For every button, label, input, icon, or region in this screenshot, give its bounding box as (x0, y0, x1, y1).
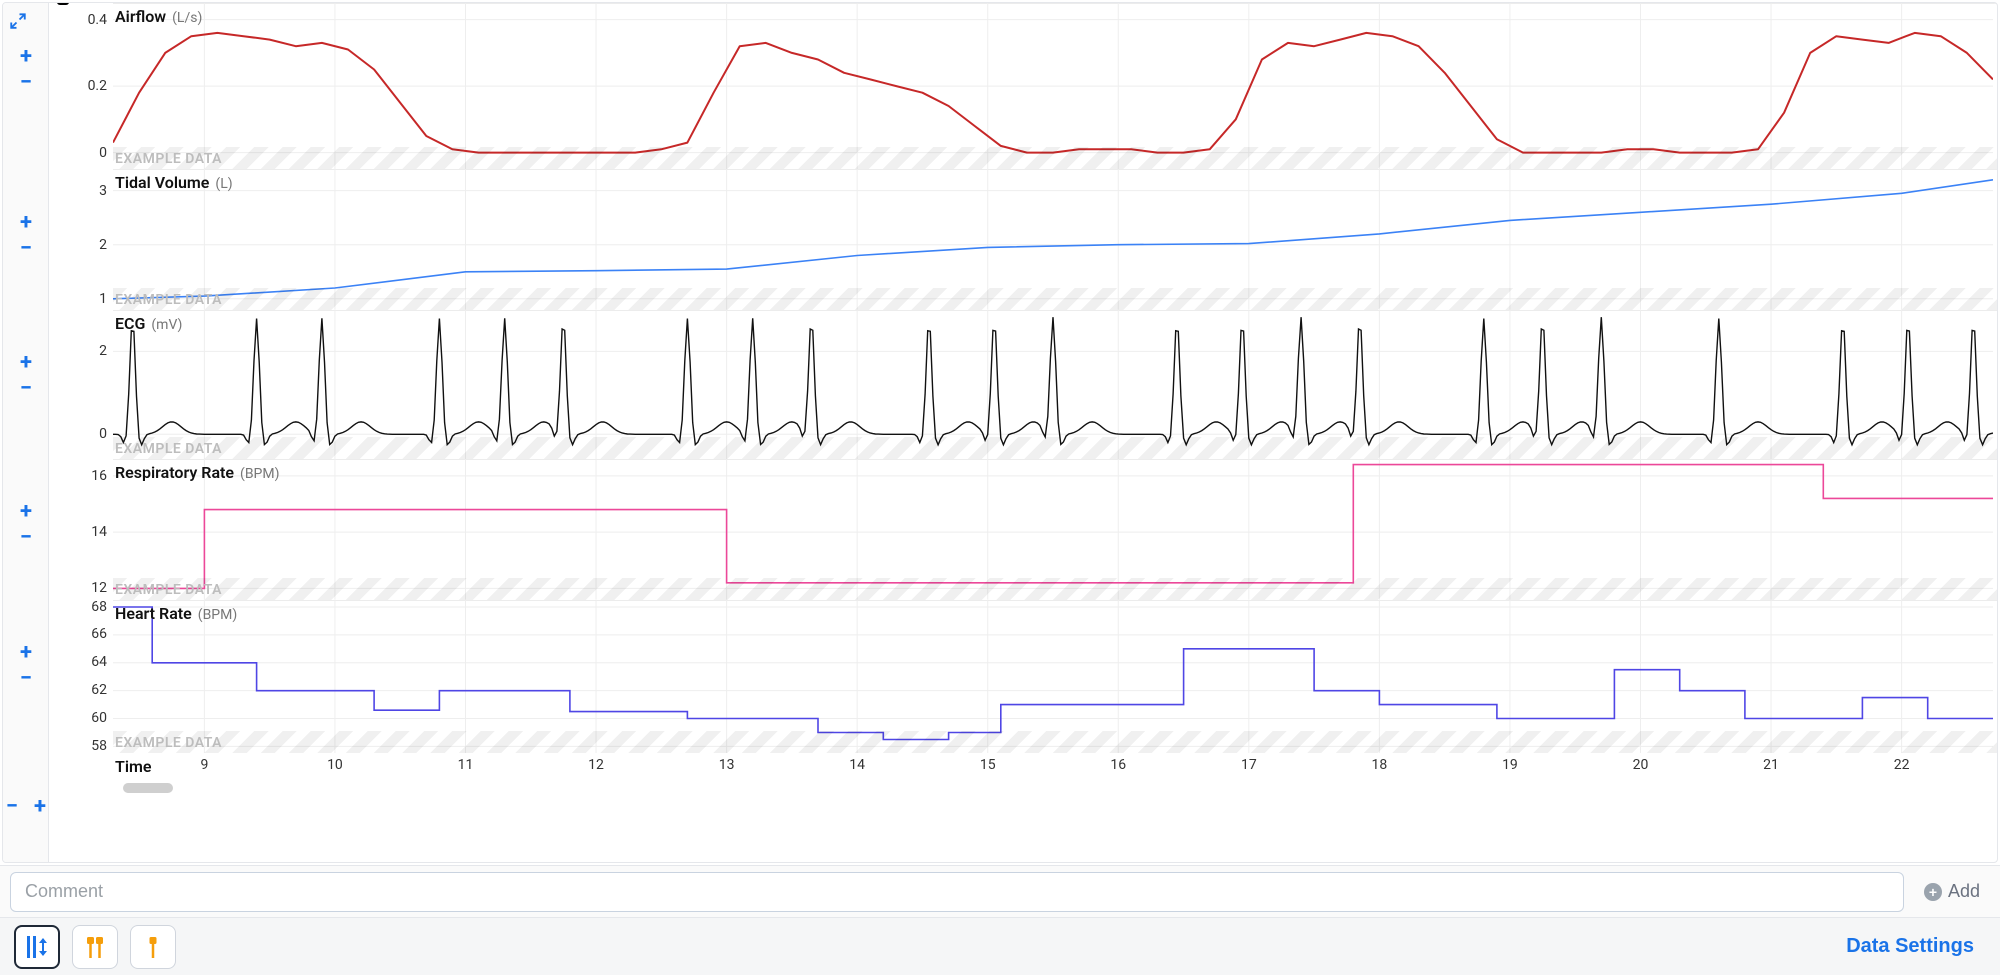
data-settings-button[interactable]: Data Settings (1834, 927, 1986, 966)
ytick: 2 (99, 343, 107, 359)
xtick: 10 (327, 757, 343, 773)
xticks: 9 10 11 12 13 14 15 16 17 18 19 20 21 22 (113, 753, 1997, 803)
single-marker-tool-icon[interactable] (130, 925, 176, 969)
sidebar-top-row: M (3, 3, 48, 39)
zoom-controls-hr: + − (3, 642, 49, 690)
tracks-container: 00.20.412302121416586062646668 Airflow(L… (49, 3, 1997, 862)
track-hr[interactable]: Heart Rate(BPM) EXAMPLE DATA (113, 600, 1997, 753)
ytick: 58 (91, 738, 107, 754)
track-title: Tidal Volume(L) (115, 173, 233, 192)
zoom-controls-resp: + − (3, 501, 49, 549)
ytick: 12 (91, 580, 107, 596)
chart-viewer: M + −+ −+ −+ −+ −− + 00.20.4123021214165… (2, 2, 1998, 863)
xtick: 13 (719, 757, 735, 773)
watermark: EXAMPLE DATA (115, 735, 222, 751)
ytick: 62 (91, 682, 107, 698)
zoom-controls-airflow: + − (3, 45, 49, 93)
zoom-out-button[interactable]: − (15, 668, 37, 690)
left-sidebar: M + −+ −+ −+ −+ −− + (3, 3, 49, 862)
xtick: 21 (1763, 757, 1779, 773)
collapse-icon[interactable] (9, 9, 27, 33)
zoom-out-button[interactable]: − (15, 237, 37, 259)
xtick: 18 (1372, 757, 1388, 773)
xtick: 20 (1633, 757, 1649, 773)
bottom-toolbar: Data Settings (0, 917, 2000, 975)
xtick: 19 (1502, 757, 1518, 773)
dual-marker-tool-icon[interactable] (72, 925, 118, 969)
plot-svg-hr (113, 600, 1993, 753)
xtick: 11 (458, 757, 474, 773)
ytick: 66 (91, 626, 107, 642)
zoom-in-button[interactable]: + (15, 352, 37, 374)
add-label: Add (1948, 881, 1980, 902)
zoom-out-button[interactable]: − (15, 71, 37, 93)
ytick: 16 (91, 468, 107, 484)
ytick: 0.2 (88, 78, 107, 94)
xtick: 12 (588, 757, 604, 773)
ytick: 0.4 (88, 12, 107, 28)
track-title: Respiratory Rate(BPM) (115, 463, 279, 482)
add-comment-button[interactable]: + Add (1914, 872, 1990, 912)
plus-circle-icon: + (1924, 883, 1942, 901)
plot-svg-resp (113, 459, 1993, 600)
ytick: 60 (91, 710, 107, 726)
track-tidal[interactable]: Tidal Volume(L) EXAMPLE DATA (113, 169, 1997, 310)
zoom-controls-ecg: + − (3, 352, 49, 400)
comment-bar: + Add (0, 865, 2000, 917)
track-title: ECG(mV) (115, 314, 182, 333)
ytick: 1 (99, 291, 107, 307)
x-axis: Time910111213141516171819202122 (113, 753, 1997, 803)
ytick: 3 (99, 183, 107, 199)
xtick: 14 (849, 757, 865, 773)
ytick: 0 (99, 145, 107, 161)
plot-column[interactable]: Airflow(L/s) EXAMPLE DATA Tidal Volume(L) E… (113, 3, 1997, 862)
watermark: EXAMPLE DATA (115, 441, 222, 457)
time-zoom-controls: − + (3, 795, 49, 817)
zoom-in-button[interactable]: + (15, 501, 37, 523)
plot-svg-tidal (113, 169, 1993, 310)
ytick: 64 (91, 654, 107, 670)
zoom-in-button[interactable]: + (15, 211, 37, 233)
watermark: EXAMPLE DATA (115, 151, 222, 167)
zoom-out-button[interactable]: − (15, 527, 37, 549)
zoom-out-button[interactable]: − (15, 378, 37, 400)
ytick: 68 (91, 599, 107, 615)
time-zoom-out-button[interactable]: − (3, 795, 21, 817)
zoom-in-button[interactable]: + (15, 45, 37, 67)
comment-input[interactable] (10, 872, 1904, 912)
plot-svg-ecg (113, 310, 1993, 459)
y-axis-column: 00.20.412302121416586062646668 (49, 3, 113, 862)
track-resp[interactable]: Respiratory Rate(BPM) EXAMPLE DATA (113, 459, 1997, 600)
ytick: 2 (99, 237, 107, 253)
zoom-in-button[interactable]: + (15, 642, 37, 664)
xtick: 15 (980, 757, 996, 773)
track-ecg[interactable]: ECG(mV) EXAMPLE DATA (113, 310, 1997, 459)
xtick: 22 (1894, 757, 1910, 773)
xtick: 9 (200, 757, 208, 773)
plot-svg-airflow (113, 3, 1993, 169)
app-root: M + −+ −+ −+ −+ −− + 00.20.4123021214165… (0, 0, 2000, 975)
ytick: 14 (91, 524, 107, 540)
watermark: EXAMPLE DATA (115, 582, 222, 598)
xtick: 17 (1241, 757, 1257, 773)
ytick: 0 (99, 426, 107, 442)
track-airflow[interactable]: Airflow(L/s) EXAMPLE DATA (113, 3, 1997, 169)
watermark: EXAMPLE DATA (115, 292, 222, 308)
time-scroll-thumb[interactable] (123, 783, 173, 793)
zoom-controls-tidal: + − (3, 211, 49, 259)
track-title: Heart Rate(BPM) (115, 604, 237, 623)
time-zoom-in-button[interactable]: + (31, 795, 49, 817)
track-title: Airflow(L/s) (115, 7, 202, 26)
tool-group (14, 925, 176, 969)
xtick: 16 (1110, 757, 1126, 773)
autoscale-tool-icon[interactable] (14, 925, 60, 969)
